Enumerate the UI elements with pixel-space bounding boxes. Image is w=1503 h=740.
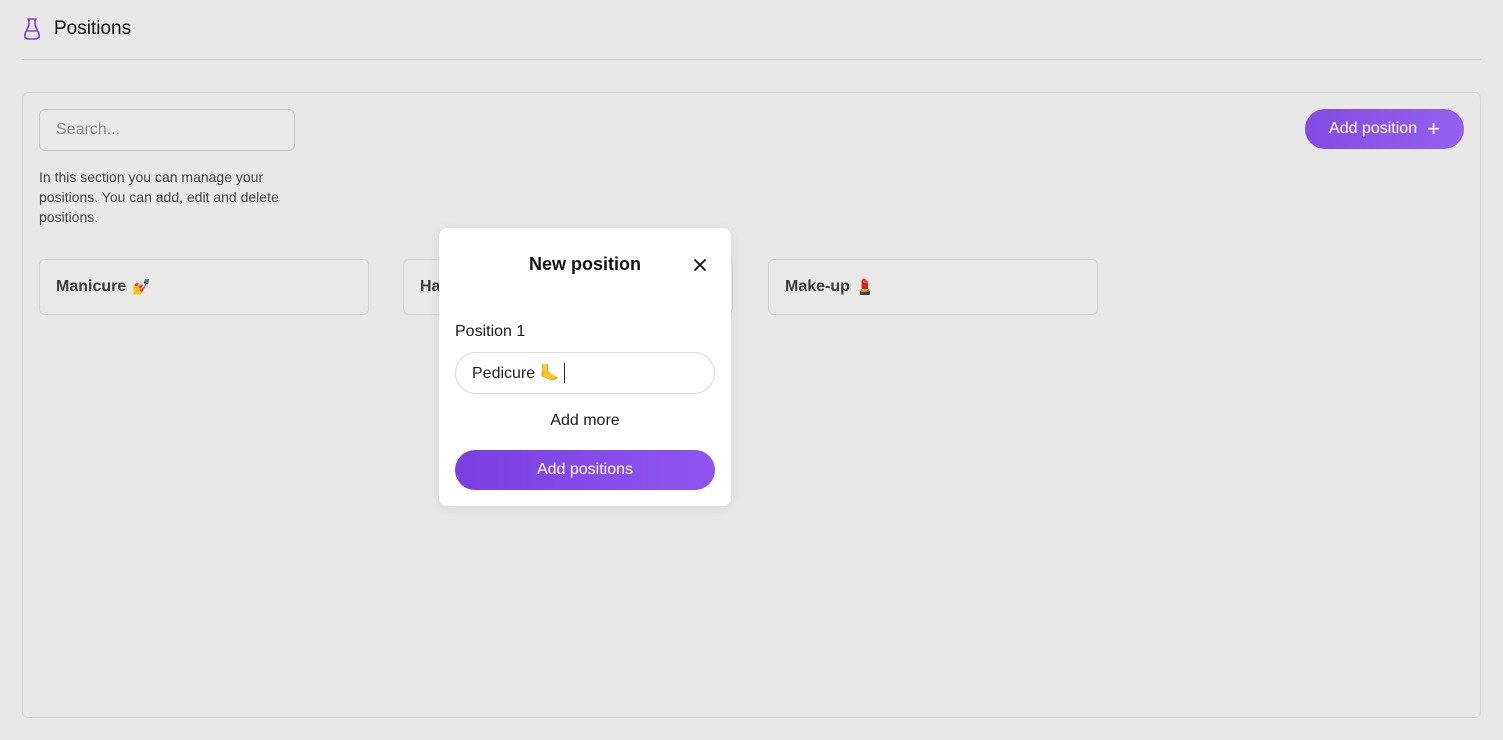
- modal-title: New position: [529, 254, 641, 274]
- header-divider: [22, 59, 1481, 60]
- lipstick-icon: 💄: [855, 279, 875, 296]
- section-description: In this section you can manage your posi…: [39, 169, 279, 225]
- position-name-input[interactable]: Pedicure 🦶: [455, 352, 715, 394]
- positions-page: Positions In this section you can manage…: [0, 0, 1503, 740]
- page-title: Positions: [54, 18, 132, 39]
- nail-polish-icon: 💅: [132, 279, 151, 296]
- position-card-label: Manicure: [56, 278, 127, 295]
- new-position-modal: New position Position 1 Pedicure 🦶 Add m…: [439, 228, 731, 506]
- add-position-label: Add position: [1329, 120, 1418, 137]
- text-caret: [563, 363, 565, 383]
- positions-panel: In this section you can manage your posi…: [22, 92, 1481, 718]
- flask-icon: [22, 16, 42, 42]
- plus-icon: +: [1427, 116, 1440, 141]
- add-position-button[interactable]: Add position +: [1305, 109, 1464, 149]
- position-field-label: Position 1: [455, 323, 526, 340]
- position-card-label: Make-up: [785, 278, 850, 295]
- add-positions-button[interactable]: Add positions: [455, 450, 715, 490]
- position-card-manicure[interactable]: Manicure 💅: [39, 259, 369, 315]
- page-header: Positions: [22, 14, 131, 44]
- add-more-button[interactable]: Add more: [439, 412, 731, 430]
- close-icon[interactable]: [691, 256, 709, 274]
- position-card-label: Ha: [420, 278, 441, 295]
- position-card-make-up[interactable]: Make-up 💄: [768, 259, 1098, 315]
- position-name-value: Pedicure 🦶: [472, 365, 560, 382]
- search-input[interactable]: [39, 109, 295, 151]
